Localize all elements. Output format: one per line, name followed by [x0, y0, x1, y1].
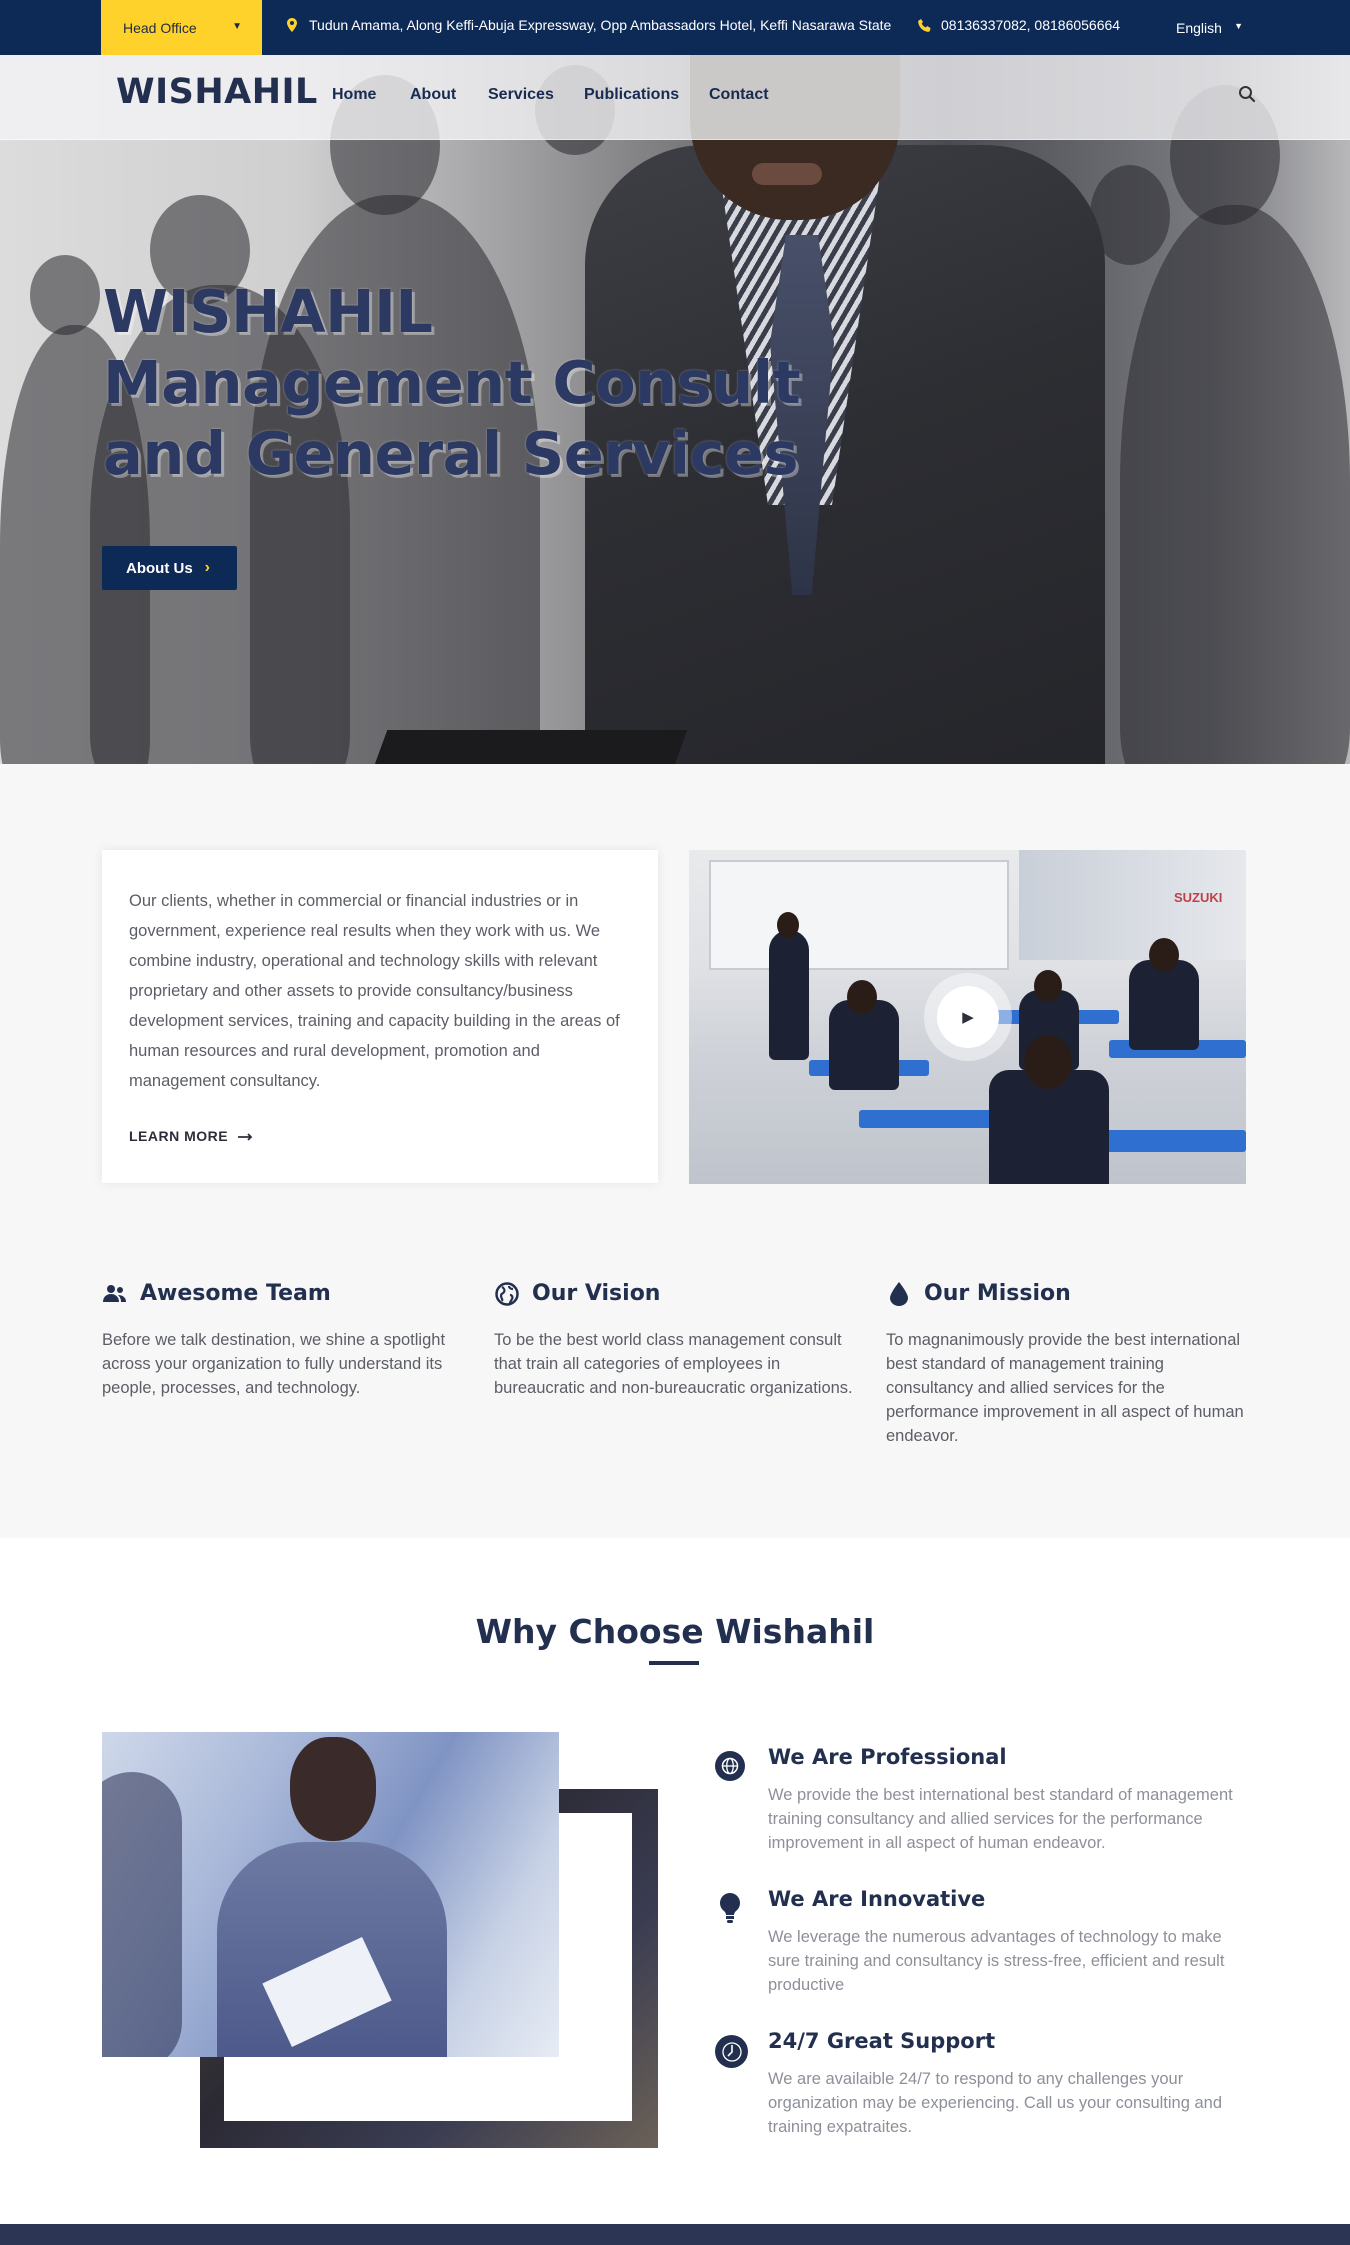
- language-select[interactable]: English ▼: [1160, 0, 1250, 55]
- feature-text: Before we talk destination, we shine a s…: [102, 1331, 446, 1397]
- feature-team: Awesome Team Before we talk destination,…: [102, 1281, 462, 1400]
- nav-item-home[interactable]: Home: [332, 86, 376, 104]
- why-item-title: We Are Innovative: [768, 1887, 986, 1911]
- hero-title: WISHAHIL Management Consult and General …: [103, 276, 801, 489]
- hero-mouth: [752, 163, 822, 185]
- map-pin-icon: [285, 18, 299, 32]
- video-person: [1129, 960, 1199, 1050]
- photo-shape: [102, 1772, 182, 2057]
- why-item-text: We are availaible 24/7 to respond to any…: [768, 2070, 1223, 2136]
- nav-item-publications[interactable]: Publications: [584, 86, 679, 104]
- nav-item-contact[interactable]: Contact: [709, 86, 769, 104]
- about-us-label: About Us: [126, 559, 193, 577]
- play-icon: ▶: [937, 986, 999, 1048]
- video-brand: SUZUKI: [1174, 890, 1223, 905]
- address-info: Tudun Amama, Along Keffi-Abuja Expresswa…: [285, 17, 891, 33]
- feature-title: Our Mission: [924, 1281, 1071, 1306]
- feature-title: Awesome Team: [140, 1281, 331, 1306]
- intro-card: Our clients, whether in commercial or fi…: [102, 850, 658, 1183]
- chevron-down-icon: ▼: [1234, 21, 1243, 31]
- lightbulb-icon: [715, 1893, 745, 1923]
- search-icon[interactable]: [1238, 85, 1258, 105]
- arrow-right-icon: [238, 1128, 254, 1144]
- chevron-right-icon: ›: [204, 559, 210, 576]
- video-person: [777, 912, 799, 938]
- phone-info: 08136337082, 08186056664: [917, 17, 1120, 33]
- phone-text: 08136337082, 08186056664: [941, 17, 1121, 33]
- main-navbar: WISHAHIL Home About Services Publication…: [0, 55, 1350, 140]
- nav-item-about[interactable]: About: [410, 86, 456, 104]
- nav-item-services[interactable]: Services: [488, 86, 554, 104]
- photo-person-head: [290, 1737, 376, 1841]
- intro-text: Our clients, whether in commercial or fi…: [129, 892, 620, 1090]
- globe-icon: [494, 1281, 520, 1306]
- team-icon: [102, 1284, 128, 1304]
- why-item-support: 24/7 Great Support We are availaible 24/…: [715, 2029, 1255, 2139]
- why-title: Why Choose Wishahil: [475, 1612, 875, 1651]
- phone-icon: [917, 18, 931, 32]
- hero-title-line: WISHAHIL: [103, 277, 433, 346]
- why-item-text: We leverage the numerous advantages of t…: [768, 1928, 1225, 1994]
- feature-text: To magnanimously provide the best intern…: [886, 1331, 1244, 1445]
- learn-more-label: LEARN MORE: [129, 1128, 229, 1144]
- title-underline: [649, 1661, 699, 1665]
- feature-title: Our Vision: [532, 1281, 661, 1306]
- why-photo: [102, 1732, 559, 2057]
- office-select[interactable]: Head Office ▼: [101, 0, 262, 55]
- feature-text: To be the best world class management co…: [494, 1331, 853, 1397]
- learn-more-link[interactable]: LEARN MORE: [129, 1128, 254, 1144]
- why-item-professional: We Are Professional We provide the best …: [715, 1745, 1255, 1855]
- intro-video[interactable]: SUZUKI ▶: [689, 850, 1246, 1184]
- clock-icon: [715, 2035, 748, 2068]
- hero-bg-shape: [30, 255, 100, 335]
- hero-title-line: and General Services: [103, 419, 799, 488]
- top-bar: Head Office ▼ Tudun Amama, Along Keffi-A…: [0, 0, 1350, 55]
- video-person: [1024, 1035, 1072, 1089]
- why-item-innovative: We Are Innovative We leverage the numero…: [715, 1887, 1255, 1997]
- hero-title-line: Management Consult: [103, 348, 801, 417]
- site-logo[interactable]: WISHAHIL: [116, 72, 318, 112]
- video-window: [1019, 850, 1246, 960]
- why-item-title: We Are Professional: [768, 1745, 1007, 1769]
- play-button[interactable]: ▶: [924, 973, 1012, 1061]
- feature-mission: Our Mission To magnanimously provide the…: [886, 1281, 1246, 1448]
- video-person: [1149, 938, 1179, 972]
- feature-vision: Our Vision To be the best world class ma…: [494, 1281, 854, 1400]
- office-select-label: Head Office: [123, 19, 197, 36]
- video-person: [769, 930, 809, 1060]
- globe-icon: [715, 1751, 745, 1781]
- why-item-text: We provide the best international best s…: [768, 1786, 1233, 1852]
- video-desk: [859, 1110, 1009, 1128]
- why-item-title: 24/7 Great Support: [768, 2029, 996, 2053]
- video-person: [847, 980, 877, 1014]
- video-person: [1034, 970, 1062, 1002]
- hero-clipboard: [372, 730, 688, 764]
- intro-section: Our clients, whether in commercial or fi…: [0, 764, 1350, 1538]
- address-text: Tudun Amama, Along Keffi-Abuja Expresswa…: [309, 17, 892, 33]
- about-us-button[interactable]: About Us ›: [102, 546, 237, 590]
- video-whiteboard: [709, 860, 1009, 970]
- footer-strip: [0, 2224, 1350, 2245]
- language-label: English: [1176, 19, 1222, 36]
- chevron-down-icon: ▼: [232, 21, 242, 32]
- drop-icon: [886, 1281, 912, 1306]
- hero-bg-shape: [1120, 205, 1350, 764]
